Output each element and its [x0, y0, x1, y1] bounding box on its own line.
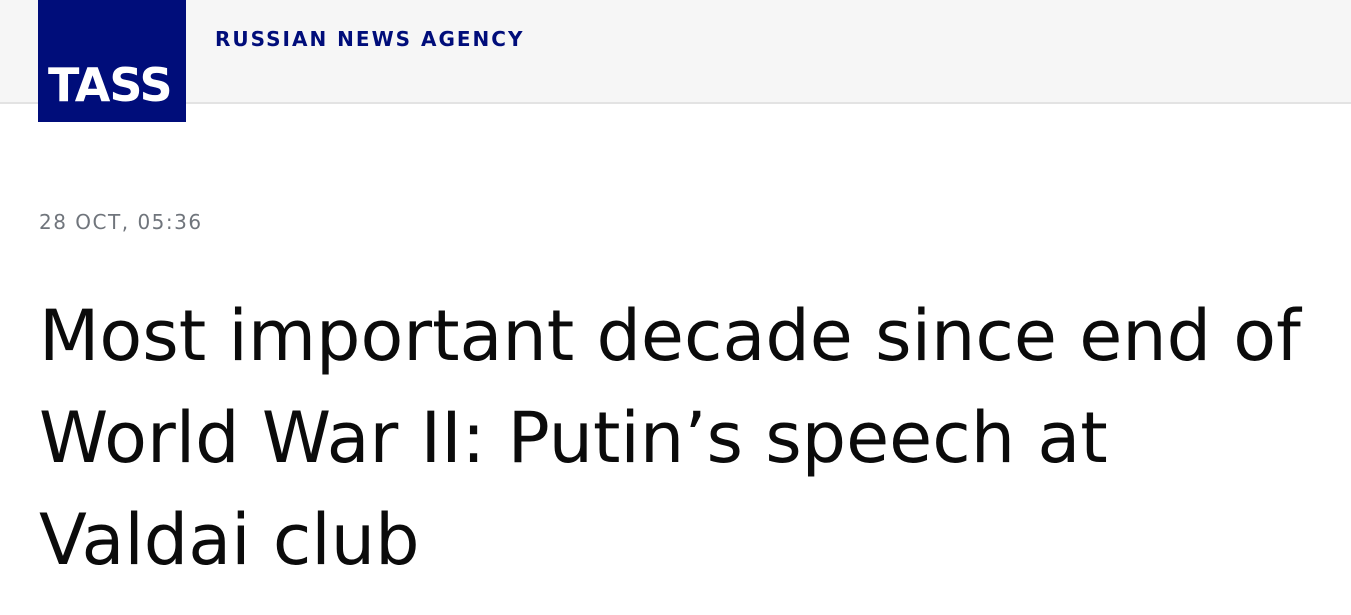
logo-wordmark: TASS — [48, 58, 173, 112]
site-tagline[interactable]: RUSSIAN NEWS AGENCY — [215, 27, 524, 51]
tass-logo[interactable]: TASS — [38, 0, 186, 122]
article-headline: Most important decade since end of World… — [39, 295, 1301, 581]
article-dateline: 28 OCT, 05:36 — [39, 210, 203, 234]
site-header: TASS RUSSIAN NEWS AGENCY — [0, 0, 1351, 122]
